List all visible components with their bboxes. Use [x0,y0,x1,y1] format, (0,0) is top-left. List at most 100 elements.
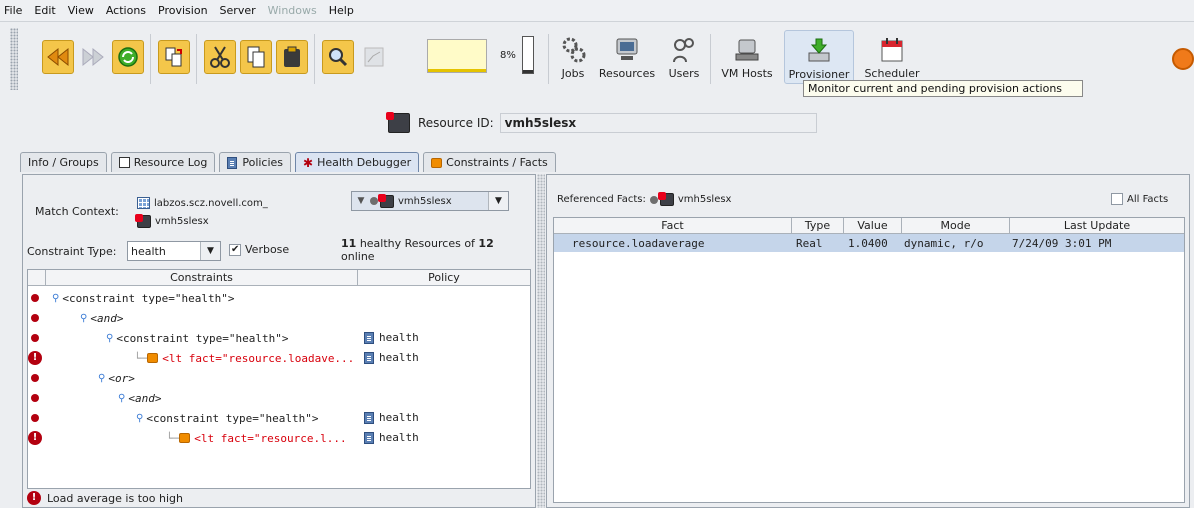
plug-icon [431,157,443,168]
jobs-button[interactable]: Jobs [556,30,590,84]
resources-button[interactable]: Resources [594,30,660,84]
list-item[interactable]: ⚲ <and> [28,308,530,328]
vm-hosts-button[interactable]: VM Hosts [714,30,780,84]
toolbar-separator [710,34,711,84]
policy-cell: health [364,351,419,364]
col-fact[interactable]: Fact [554,218,792,233]
tab-constraints-facts[interactable]: Constraints / Facts [423,152,556,172]
verbose-label: Verbose [245,243,290,256]
move-icon[interactable] [158,40,190,74]
policy-label: health [379,331,419,344]
tree-node: ⚲ <constraint type="health"> [52,292,235,305]
list-item[interactable]: ⚲ <and> [28,388,530,408]
chevron-down-icon[interactable]: ▼ [200,242,220,260]
tab-health-debugger[interactable]: ✱ Health Debugger [295,152,420,172]
users-button[interactable]: Users [664,30,704,84]
chevron-down-icon[interactable]: ▼ [488,192,508,210]
tree-expand-icon[interactable]: ⚲ [98,373,105,384]
tab-info-groups[interactable]: Info / Groups [20,152,107,172]
all-facts-label: All Facts [1127,193,1169,205]
provisioner-button[interactable]: Provisioner [784,30,854,84]
header-constraints[interactable]: Constraints [46,270,358,285]
search-icon[interactable] [322,40,354,74]
copy-icon[interactable] [240,40,272,74]
menu-windows[interactable]: Windows [268,4,317,17]
resource-id-row: Resource ID: vmh5slesx [386,110,817,136]
menu-view[interactable]: View [68,4,94,17]
table-row[interactable]: resource.loadaverage Real 1.0400 dynamic… [554,234,1184,252]
tree-expand-icon[interactable]: ⚲ [136,413,143,424]
tree-connector: └─ [166,431,180,445]
pane-splitter[interactable] [537,174,545,508]
tree-node: ⚲ <and> [118,392,161,405]
col-type[interactable]: Type [792,218,844,233]
list-item[interactable]: ⚲ <constraint type="health"> health [28,328,530,348]
resource-id-field[interactable]: vmh5slesx [499,113,817,133]
tab-resource-log[interactable]: Resource Log [110,152,216,172]
col-mode[interactable]: Mode [902,218,1010,233]
toolbar-grip[interactable] [10,28,18,90]
context-combo[interactable]: ▼ vmh5slesx ▼ [351,191,509,211]
referenced-facts-value: vmh5slesx [677,194,732,205]
menu-provision[interactable]: Provision [158,4,208,17]
healthy-count: 11 [341,237,357,250]
menu-edit[interactable]: Edit [34,4,55,17]
all-facts-check-icon[interactable] [1111,193,1123,205]
provisioner-icon [785,31,853,65]
refresh-icon[interactable] [112,40,144,74]
col-last-update[interactable]: Last Update [1010,218,1184,233]
cut-icon[interactable] [204,40,236,74]
tree-expand-icon[interactable]: ⚲ [118,393,125,404]
constraint-type-select[interactable]: health ▼ [127,241,221,261]
cell-value: 1.0400 [848,236,888,250]
chart-icon[interactable] [358,40,390,74]
resource-icon [386,112,410,133]
context-combo-value: vmh5slesx [398,195,452,207]
col-value[interactable]: Value [844,218,902,233]
verbose-check-icon[interactable] [229,243,241,256]
all-facts-checkbox[interactable]: All Facts [1111,193,1168,205]
tree-node: ⚲ <constraint type="health"> [136,412,319,425]
status-bullet-icon [31,394,39,402]
error-icon: ! [28,351,42,365]
list-item[interactable]: ⚲ <constraint type="health"> [28,288,530,308]
tree-node-label: <and> [90,311,124,325]
combo-left-arrow-icon: ▼ [357,196,365,206]
tree-node: ⚲ <or> [98,372,135,385]
menu-bar: File Edit View Actions Provision Server … [0,0,1194,22]
forward-icon[interactable] [77,40,109,74]
scheduler-button[interactable]: Scheduler [858,30,926,84]
back-icon[interactable] [42,40,74,74]
context-item-grid[interactable]: labzos.scz.novell.com_ [137,197,268,209]
menu-file[interactable]: File [4,4,22,17]
context-item-host[interactable]: vmh5slesx [135,214,209,228]
status-bullet-icon [31,314,39,322]
header-policy[interactable]: Policy [358,270,530,285]
tree-expand-icon[interactable]: ⚲ [80,313,87,324]
status-bullet-icon [31,334,39,342]
list-item[interactable]: ⚲ <or> [28,368,530,388]
tab-policies[interactable]: Policies [219,152,292,172]
verbose-checkbox[interactable]: Verbose [229,243,289,256]
vm-hosts-label: VM Hosts [721,67,773,80]
cell-last-update: 7/24/09 3:01 PM [1012,236,1112,250]
novell-logo-icon [1172,48,1194,70]
list-item[interactable]: ! └─ <lt fact="resource.l... health [28,428,530,448]
tree-expand-icon[interactable]: ⚲ [106,333,113,344]
match-context-label: Match Context: [35,205,119,218]
list-item[interactable]: ⚲ <constraint type="health"> health [28,408,530,428]
constraint-type-label: Constraint Type: [27,245,117,258]
list-item[interactable]: ! └─ <lt fact="resource.loadave... health [28,348,530,368]
menu-help[interactable]: Help [329,4,354,17]
healthy-text-2: online [341,250,375,263]
menu-server[interactable]: Server [220,4,256,17]
tree-node-label: <constraint type="health"> [116,331,289,345]
paste-icon[interactable] [276,40,308,74]
menu-actions[interactable]: Actions [106,4,146,17]
server-icon [657,192,674,206]
tree-expand-icon[interactable]: ⚲ [52,293,59,304]
context-item-host-label: vmh5slesx [155,216,209,227]
status-message: Load average is too high [47,491,183,505]
referenced-facts-label: Referenced Facts: [557,194,646,205]
cell-mode: dynamic, r/o [904,236,984,250]
